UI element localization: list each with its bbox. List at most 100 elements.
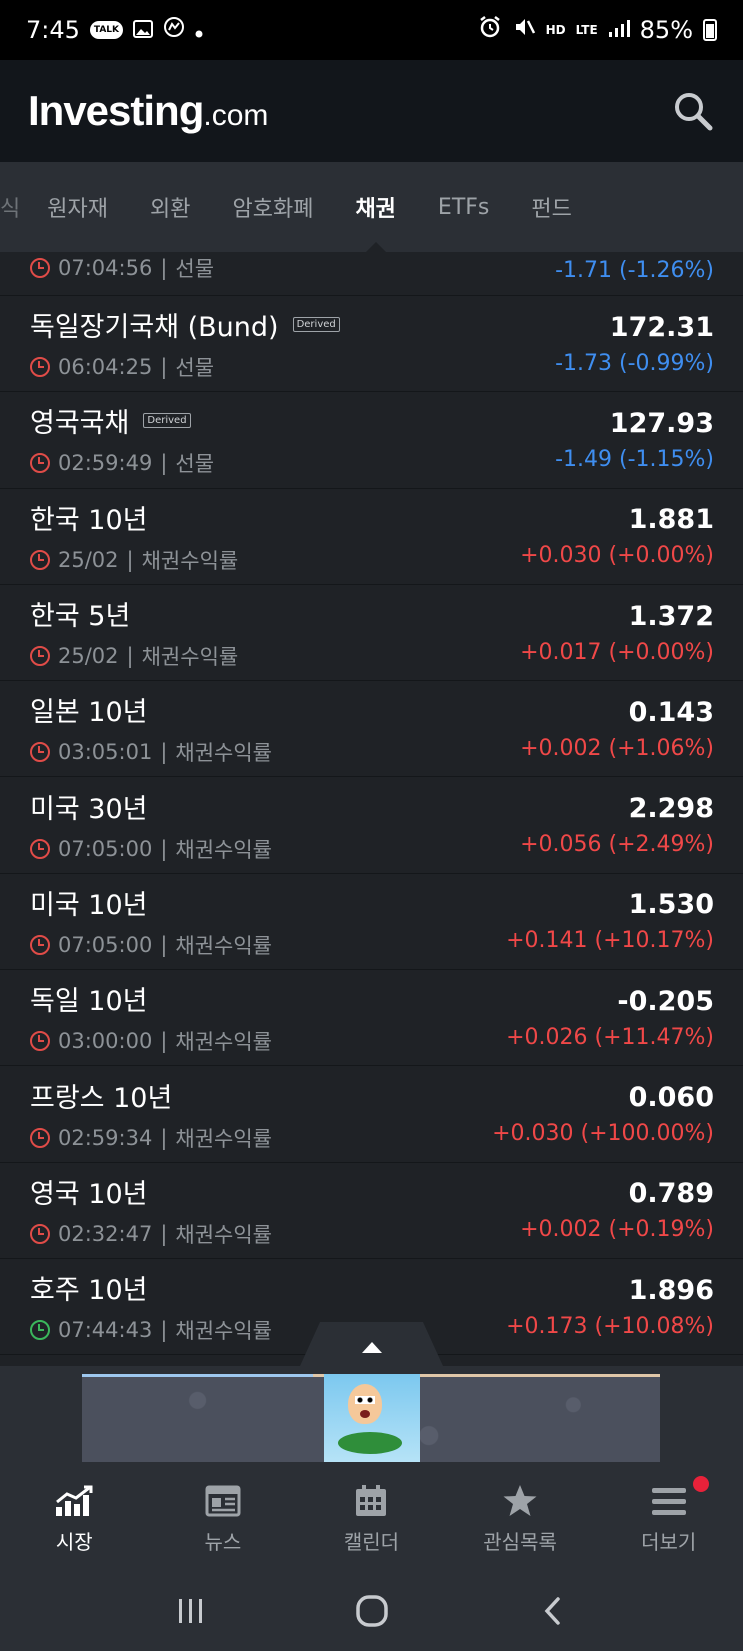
status-right: HD LTE 85% (478, 15, 717, 45)
nav-watchlist[interactable]: 관심목록 (450, 1484, 590, 1555)
clock-icon (30, 258, 50, 278)
tab-stocks[interactable]: 식 (0, 162, 26, 252)
nav-label: 관심목록 (483, 1529, 557, 1554)
calendar-icon (351, 1484, 391, 1518)
row-change: -1.73 (-0.99%) (555, 350, 714, 376)
tab-etfs[interactable]: ETFs (417, 162, 510, 252)
tab-funds[interactable]: 펀드 (510, 162, 592, 252)
instrument-name: 한국 5년 (30, 601, 131, 633)
back-icon (544, 1596, 560, 1625)
separator: | (160, 1221, 168, 1246)
battery-icon (703, 19, 717, 41)
list-item-partial[interactable]: 07:04:56 | 선물 -1.71 (-1.26%) (0, 252, 743, 296)
logo-main-text: Investing (28, 87, 204, 134)
list-item[interactable]: 미국 30년 07:05:00 | 채권수익률 2.298 +0.056 (+2… (0, 777, 743, 874)
jurassic-app-icon (163, 16, 185, 44)
clock-icon (30, 549, 50, 570)
instrument-name: 영국국채 (30, 408, 130, 440)
list-item[interactable]: 독일 10년 03:00:00 | 채권수익률 -0.205 +0.026 (+… (0, 970, 743, 1067)
star-icon (500, 1484, 540, 1518)
row-price: 127.93 (609, 407, 714, 439)
row-change: +0.030 (+100.00%) (492, 1121, 714, 1147)
list-item[interactable]: 일본 10년 03:05:01 | 채권수익률 0.143 +0.002 (+1… (0, 681, 743, 778)
row-change: +0.002 (+1.06%) (520, 735, 714, 761)
row-meta: 07:05:00 | 채권수익률 (30, 834, 272, 864)
instrument-name: 프랑스 10년 (30, 1082, 173, 1114)
search-button[interactable] (671, 89, 715, 133)
row-meta: 07:04:56 | 선물 (30, 253, 214, 283)
row-type: 선물 (175, 452, 215, 477)
back-button[interactable] (533, 1591, 573, 1631)
recent-apps-button[interactable] (171, 1591, 211, 1631)
row-price: 172.31 (609, 311, 714, 343)
row-price: 2.298 (628, 793, 714, 825)
row-time: 07:05:00 (58, 932, 153, 957)
row-time: 07:05:00 (58, 836, 153, 861)
investing-logo[interactable]: Investing .com (28, 87, 268, 135)
nav-markets[interactable]: 시장 (4, 1484, 144, 1555)
separator: | (160, 1125, 168, 1150)
row-price: 0.789 (628, 1178, 714, 1210)
row-type: 채권수익률 (175, 741, 273, 766)
row-meta: 03:00:00 | 채권수익률 (30, 1026, 272, 1056)
row-time: 06:04:25 (58, 355, 153, 380)
row-price: 1.881 (628, 504, 714, 536)
hd-voice-icon: HD (545, 23, 566, 37)
nav-news[interactable]: 뉴스 (153, 1484, 293, 1555)
row-price: 1.896 (628, 1274, 714, 1306)
row-change: +0.141 (+10.17%) (506, 928, 714, 954)
nav-more[interactable]: 더보기 (599, 1475, 739, 1555)
ad-banner[interactable] (82, 1374, 660, 1462)
notification-badge (692, 1475, 709, 1492)
row-price: 0.060 (628, 1082, 714, 1114)
row-time: 03:00:00 (58, 1029, 153, 1054)
nav-label: 더보기 (641, 1529, 697, 1554)
instrument-name: 한국 10년 (30, 504, 148, 536)
search-icon (675, 93, 713, 131)
nav-calendar[interactable]: 캘린더 (301, 1484, 441, 1555)
list-item[interactable]: 독일장기국채 (Bund) Derived 06:04:25 | 선물 172.… (0, 296, 743, 393)
row-time: 02:59:34 (58, 1125, 153, 1150)
row-time: 02:32:47 (58, 1221, 153, 1246)
category-tabs: 식 원자재 외환 암호화폐 채권 ETFs 펀드 (0, 162, 743, 252)
instrument-name: 미국 30년 (30, 793, 148, 825)
row-type: 채권수익률 (141, 645, 239, 670)
row-meta: 02:59:34 | 채권수익률 (30, 1123, 272, 1153)
list-item[interactable]: 영국 10년 02:32:47 | 채권수익률 0.789 +0.002 (+0… (0, 1163, 743, 1259)
row-type: 채권수익률 (175, 1126, 273, 1151)
list-item[interactable]: 한국 5년 25/02 | 채권수익률 1.372 +0.017 (+0.00%… (0, 585, 743, 682)
row-meta: 25/02 | 채권수익률 (30, 545, 238, 575)
collapse-ad-button[interactable] (300, 1322, 443, 1366)
tab-commodities[interactable]: 원자재 (26, 162, 129, 252)
clock-icon (30, 453, 50, 474)
list-item[interactable]: 한국 10년 25/02 | 채권수익률 1.881 +0.030 (+0.00… (0, 489, 743, 585)
list-item[interactable]: 영국국채 Derived 02:59:49 | 선물 127.93 -1.49 … (0, 392, 743, 489)
list-item[interactable]: 프랑스 10년 02:59:34 | 채권수익률 0.060 +0.030 (+… (0, 1066, 743, 1163)
clock-icon (30, 838, 50, 859)
row-type: 채권수익률 (175, 1030, 273, 1055)
home-icon (355, 1594, 388, 1627)
row-time: 25/02 (58, 547, 119, 572)
row-meta: 07:44:43 | 채권수익률 (30, 1315, 272, 1345)
separator: | (160, 1318, 168, 1343)
bond-list: 07:04:56 | 선물 -1.71 (-1.26%) 독일장기국채 (Bun… (0, 252, 743, 1357)
clock-icon (30, 742, 50, 763)
battery-percent: 85% (639, 16, 693, 44)
separator: | (160, 932, 168, 957)
tab-forex[interactable]: 외환 (129, 162, 211, 252)
list-item[interactable]: 미국 10년 07:05:00 | 채권수익률 1.530 +0.141 (+1… (0, 874, 743, 971)
tab-bonds[interactable]: 채권 (334, 162, 416, 252)
instrument-name: 일본 10년 (30, 697, 148, 729)
separator: | (160, 355, 168, 380)
clock-icon (30, 1127, 50, 1148)
row-price: 1.372 (628, 600, 714, 632)
tab-crypto[interactable]: 암호화폐 (211, 162, 334, 252)
logo-suffix-text: .com (203, 99, 269, 132)
kakaotalk-icon: TALK (89, 21, 124, 39)
instrument-name: 영국 10년 (30, 1178, 148, 1210)
row-type: 채권수익률 (175, 837, 273, 862)
recent-apps-icon (178, 1598, 202, 1623)
home-button[interactable] (352, 1591, 392, 1631)
row-time: 25/02 (58, 644, 119, 669)
ad-character-face (348, 1384, 382, 1424)
